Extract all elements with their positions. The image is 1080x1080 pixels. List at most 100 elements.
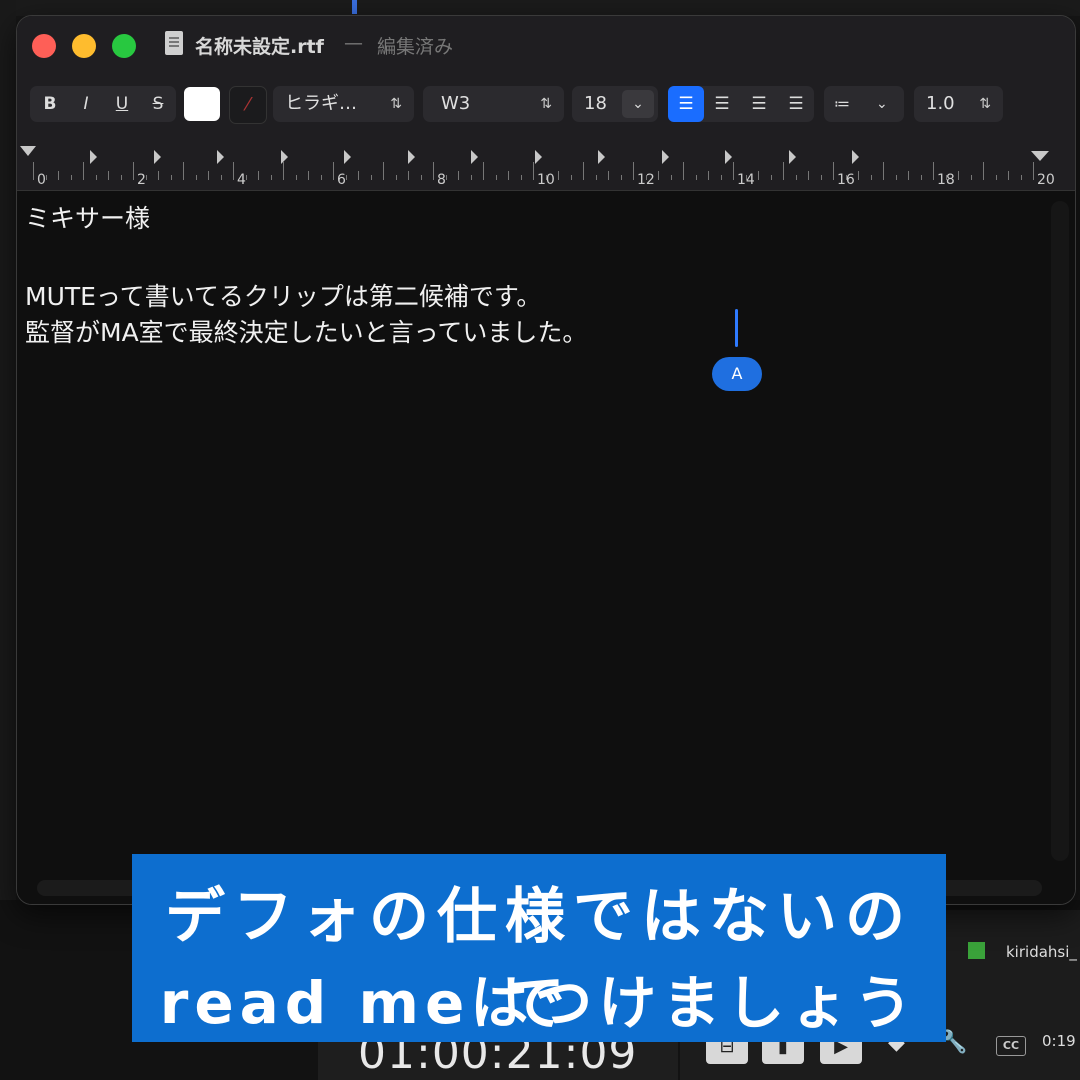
left-margin-marker[interactable] (20, 146, 36, 156)
ruler-tick (820, 175, 822, 180)
ruler-tick (270, 175, 272, 180)
ruler-label: 4 (237, 172, 246, 188)
vertical-scrollbar[interactable] (1051, 201, 1069, 861)
italic-button[interactable]: I (68, 86, 104, 122)
ruler-tick (95, 175, 97, 180)
caption-banner: デフォの仕様ではないので read meはつけましょう (132, 854, 946, 1042)
align-justify-icon[interactable]: ☰ (778, 86, 814, 122)
ruler-tick (183, 162, 184, 180)
line-spacing-select[interactable]: 1.0 ⇅ (914, 86, 1003, 122)
ruler-tick (408, 171, 409, 180)
tab-stop-marker[interactable] (407, 150, 415, 164)
ruler-tick (870, 175, 872, 180)
ruler[interactable]: 0 2 4 6 8 10 12 14 16 18 20 (17, 146, 1075, 191)
text-style-group: B I U S (30, 86, 176, 122)
ruler-tick (708, 171, 709, 180)
font-family-select[interactable]: ヒラギ… ⇅ (273, 86, 414, 122)
list-style-select[interactable]: ≔ ⌄ (824, 86, 904, 122)
tab-stop-marker[interactable] (471, 150, 478, 164)
close-button[interactable] (32, 34, 56, 58)
ruler-tick (920, 175, 922, 180)
captions-badge[interactable]: CC (996, 1036, 1026, 1056)
ruler-tick (320, 175, 322, 180)
align-right-icon[interactable]: ☰ (741, 86, 777, 122)
ruler-tick (208, 171, 209, 180)
ruler-label: 14 (737, 172, 755, 188)
ruler-label: 0 (37, 172, 46, 188)
document-line: ミキサー様 (25, 204, 151, 233)
tab-stop-marker[interactable] (852, 150, 859, 164)
ruler-tick (1033, 162, 1034, 180)
tab-stop-marker[interactable] (725, 150, 732, 164)
ruler-tick (308, 171, 309, 180)
ruler-tick (595, 175, 597, 180)
ruler-tick (58, 171, 59, 180)
ruler-tick (670, 175, 672, 180)
background-app-topbar (0, 0, 1080, 16)
highlight-color-well[interactable]: ⁄ (229, 86, 267, 124)
ruler-tick (683, 162, 684, 180)
tab-stop-marker[interactable] (90, 150, 97, 164)
ruler-tick (608, 171, 609, 180)
align-center-icon[interactable]: ☰ (704, 86, 740, 122)
ruler-tick (658, 171, 659, 180)
ruler-tick (433, 162, 434, 180)
ruler-tick (695, 175, 697, 180)
timeline-timecode: 0:19 (1042, 1032, 1076, 1050)
ruler-tick (70, 175, 72, 180)
line-spacing-value: 1.0 (926, 93, 955, 114)
tab-stop-marker[interactable] (534, 150, 542, 164)
ruler-tick (395, 175, 397, 180)
list-icon: ≔ (834, 94, 850, 113)
underline-button[interactable]: U (104, 86, 140, 122)
ruler-tick (495, 175, 497, 180)
ruler-tick (858, 171, 859, 180)
ruler-label: 20 (1037, 172, 1055, 188)
ruler-tick (995, 175, 997, 180)
document-area[interactable]: ミキサー様 MUTEって書いてるクリップは第二候補です。 監督がMA室で最終決定… (17, 191, 1075, 904)
clip-color-swatch (968, 942, 985, 959)
chevron-down-icon[interactable]: ⌄ (622, 90, 654, 118)
text-caret (735, 309, 738, 347)
minimize-button[interactable] (72, 34, 96, 58)
ruler-tick (133, 162, 134, 180)
stepper-chevron-icon: ⇅ (979, 96, 991, 112)
ruler-tick (570, 175, 572, 180)
tab-stop-marker[interactable] (788, 150, 796, 164)
ruler-tick (195, 175, 197, 180)
document-line: MUTEって書いてるクリップは第二候補です。 (25, 282, 542, 311)
tab-stop-marker[interactable] (217, 150, 224, 164)
font-weight-select[interactable]: W3 ⇅ (423, 86, 564, 122)
right-margin-marker[interactable] (1031, 151, 1049, 161)
ruler-tick (170, 175, 172, 180)
tab-stop-marker[interactable] (661, 150, 669, 164)
font-family-value: ヒラギ… (285, 93, 357, 114)
text-color-well[interactable] (184, 87, 220, 121)
ruler-tick (358, 171, 359, 180)
window-title: 名称未設定.rtf (195, 36, 324, 58)
tab-stop-marker[interactable] (344, 150, 351, 164)
font-weight-value: W3 (441, 93, 471, 114)
ruler-tick (120, 175, 122, 180)
clip-name[interactable]: kiridahsi_ (1006, 943, 1077, 961)
strikethrough-button[interactable]: S (140, 86, 176, 122)
ruler-tick (458, 171, 459, 180)
ruler-tick (1008, 171, 1009, 180)
bold-button[interactable]: B (32, 86, 68, 122)
ruler-tick (758, 171, 759, 180)
zoom-button[interactable] (112, 34, 136, 58)
ruler-tick (783, 162, 784, 180)
tab-stop-marker[interactable] (153, 150, 161, 164)
ruler-tick (83, 162, 84, 180)
ruler-tick (420, 175, 422, 180)
ruler-label: 16 (837, 172, 855, 188)
ruler-tick (383, 162, 384, 180)
font-size-field[interactable]: 18 ⌄ (572, 86, 658, 122)
ruler-tick (333, 162, 334, 180)
ruler-label: 2 (137, 172, 146, 188)
align-left-icon[interactable]: ☰ (668, 86, 704, 122)
tab-stop-marker[interactable] (598, 150, 605, 164)
ruler-tick (520, 175, 522, 180)
ruler-label: 18 (937, 172, 955, 188)
tab-stop-marker[interactable] (280, 150, 288, 164)
